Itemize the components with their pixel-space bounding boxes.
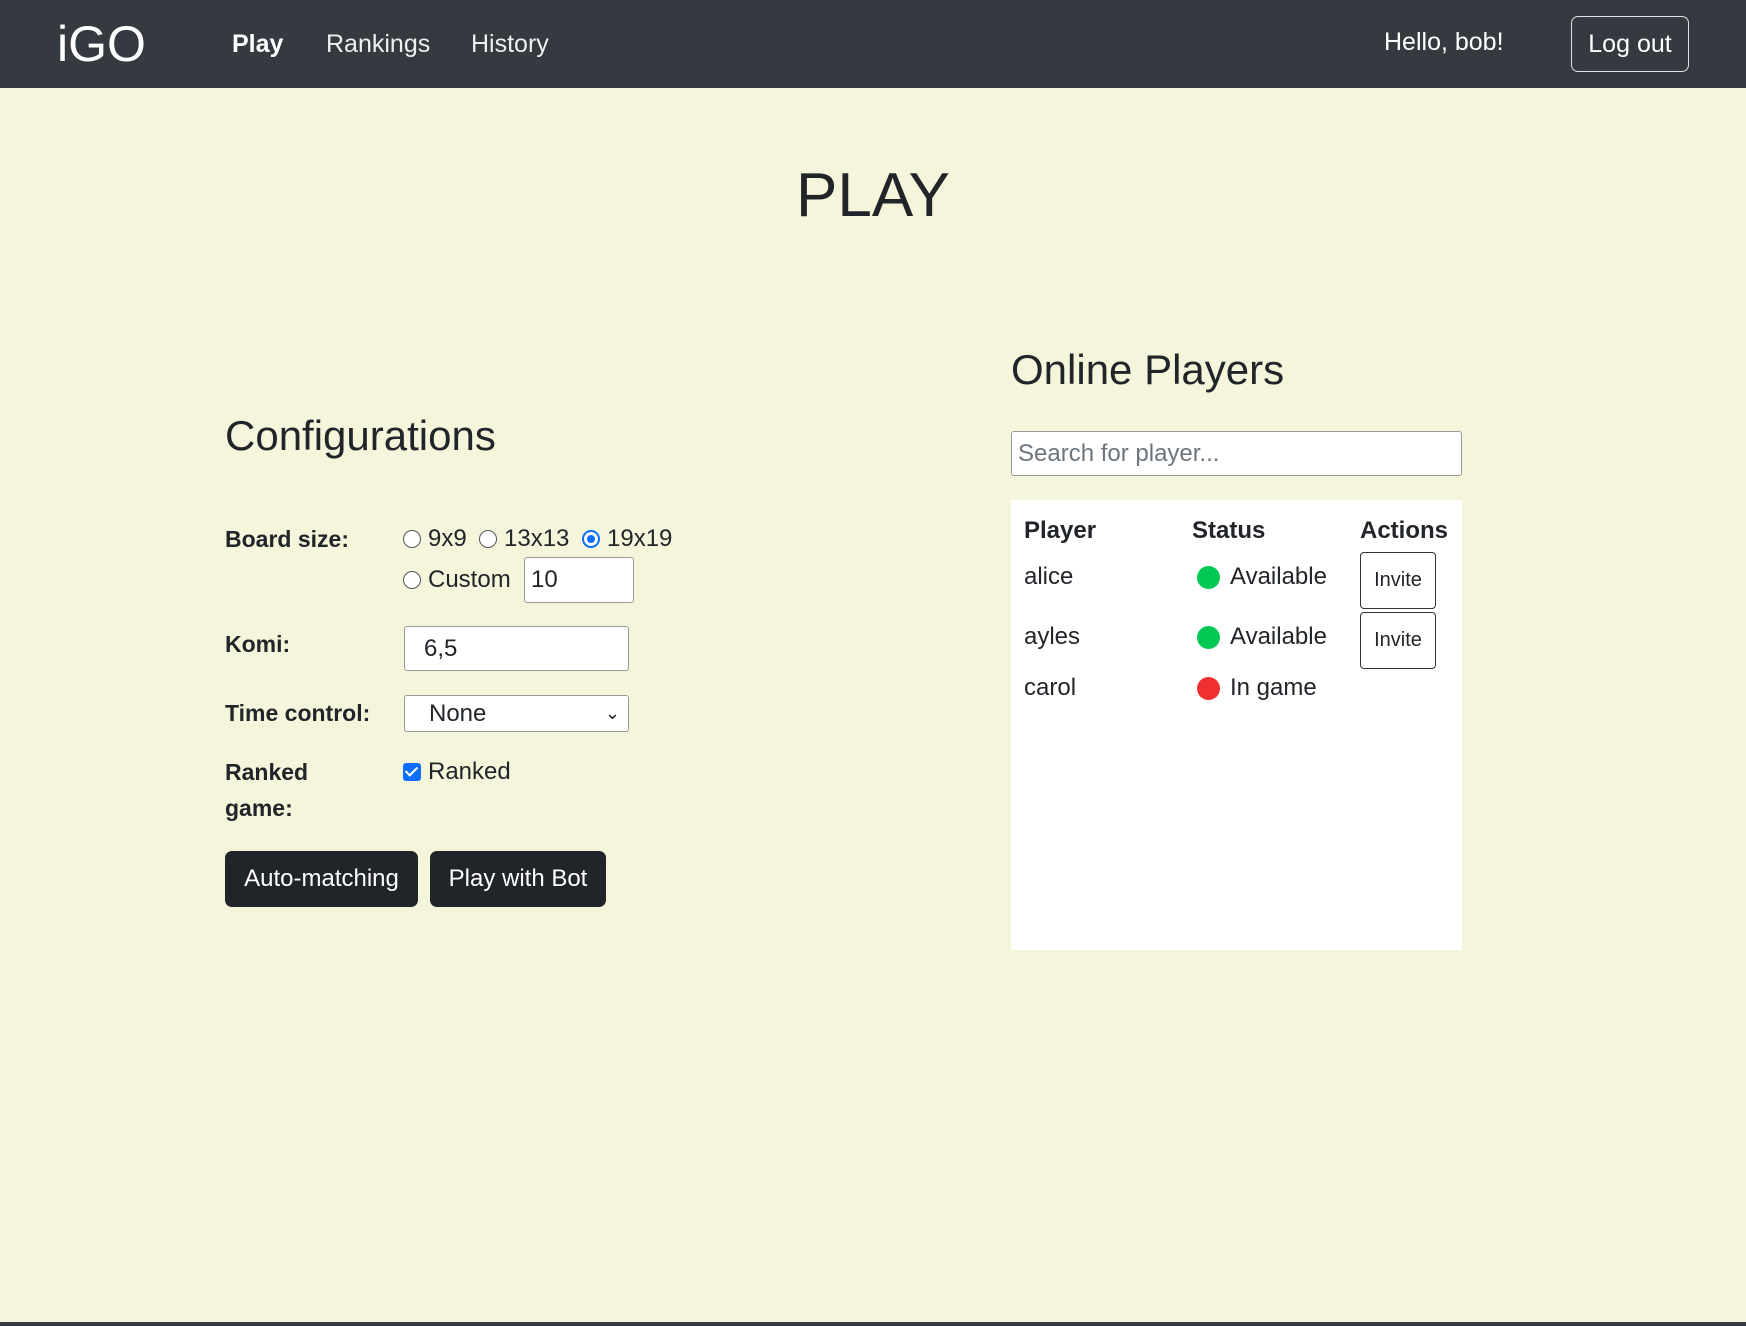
board-size-13x13-option[interactable]: 13x13 (479, 521, 569, 557)
board-size-9x9-option[interactable]: 9x9 (403, 521, 467, 557)
play-with-bot-button[interactable]: Play with Bot (430, 851, 606, 907)
column-header-status: Status (1192, 517, 1266, 544)
player-name: carol (1024, 674, 1077, 701)
board-size-19x19-option[interactable]: 19x19 (582, 521, 672, 557)
ranked-checkbox[interactable] (403, 763, 421, 781)
bottom-border (0, 1322, 1746, 1326)
player-name: alice (1024, 563, 1074, 590)
komi-label: Komi: (225, 631, 291, 657)
auto-matching-button[interactable]: Auto-matching (225, 851, 418, 907)
invite-button[interactable]: Invite (1360, 612, 1436, 669)
column-header-player: Player (1024, 517, 1097, 544)
board-size-19x19-radio[interactable] (582, 530, 600, 548)
board-size-9x9-text: 9x9 (428, 525, 467, 552)
brand-logo[interactable]: iGO (57, 14, 146, 74)
player-search-input[interactable] (1011, 431, 1462, 476)
player-status: In game (1230, 674, 1317, 701)
nav-link-rankings[interactable]: Rankings (326, 24, 430, 64)
board-size-9x9-radio[interactable] (403, 530, 421, 548)
logout-button[interactable]: Log out (1571, 16, 1689, 72)
user-greeting: Hello, bob! (1384, 28, 1504, 56)
board-size-13x13-text: 13x13 (504, 525, 570, 552)
nav-link-play[interactable]: Play (232, 24, 283, 64)
board-size-label: Board size: (225, 526, 349, 552)
navbar: iGO Play Rankings History Hello, bob! Lo… (0, 0, 1746, 88)
ranked-game-label: Ranked game: (225, 759, 309, 821)
board-size-13x13-radio[interactable] (479, 530, 497, 548)
table-row: ayles Available Invite (1011, 612, 1462, 669)
nav-link-history[interactable]: History (471, 24, 549, 64)
column-header-actions: Actions (1360, 517, 1449, 544)
player-name: ayles (1024, 623, 1081, 650)
status-dot-icon (1197, 626, 1220, 649)
status-dot-icon (1197, 566, 1220, 589)
table-row: carol In game (1011, 663, 1462, 719)
time-control-select[interactable]: None ⌄ (404, 695, 629, 732)
komi-input[interactable] (404, 626, 629, 671)
ranked-checkbox-text: Ranked (428, 758, 511, 785)
time-control-label: Time control: (225, 700, 371, 726)
invite-button[interactable]: Invite (1360, 552, 1436, 609)
players-table: Player Status Actions alice Available In… (1011, 500, 1462, 950)
page-title: PLAY (796, 161, 950, 230)
board-size-custom-radio[interactable] (403, 571, 421, 589)
board-size-custom-text: Custom (428, 566, 511, 593)
chevron-down-icon: ⌄ (604, 703, 620, 723)
player-status: Available (1230, 563, 1327, 590)
time-control-selected-value: None (429, 700, 487, 727)
board-size-19x19-text: 19x19 (607, 525, 673, 552)
board-size-custom-option[interactable]: Custom (403, 562, 511, 598)
custom-board-size-input[interactable] (524, 557, 634, 603)
ranked-option[interactable]: Ranked (403, 754, 511, 790)
player-status: Available (1230, 623, 1327, 650)
table-row: alice Available Invite (1011, 552, 1462, 609)
online-players-title: Online Players (1011, 346, 1285, 393)
configurations-title: Configurations (225, 412, 496, 459)
status-dot-icon (1197, 677, 1220, 700)
